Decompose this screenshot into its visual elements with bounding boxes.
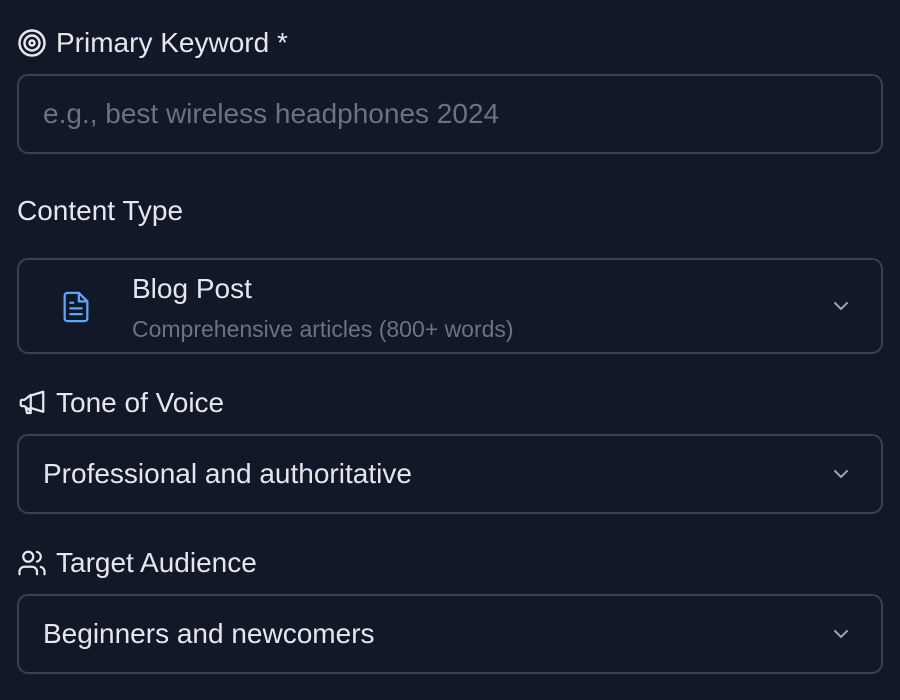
tone-of-voice-select[interactable]: Professional and authoritative	[17, 434, 883, 514]
content-type-label-row: Content Type	[17, 197, 183, 225]
tone-of-voice-label-row: Tone of Voice	[17, 388, 224, 418]
target-audience-label: Target Audience	[56, 547, 257, 578]
document-icon	[59, 290, 93, 324]
users-icon	[17, 548, 47, 578]
tone-of-voice-label: Tone of Voice	[56, 387, 225, 418]
chevron-down-icon[interactable]	[829, 622, 853, 646]
primary-keyword-label: Primary Keyword *	[56, 27, 288, 58]
content-type-label: Content Type	[17, 195, 184, 226]
target-audience-value: Beginners and newcomers	[43, 618, 375, 649]
primary-keyword-input[interactable]	[43, 98, 843, 130]
target-audience-select[interactable]: Beginners and newcomers	[17, 594, 883, 674]
tone-of-voice-value: Professional and authoritative	[43, 458, 412, 489]
chevron-down-icon[interactable]	[829, 462, 853, 486]
megaphone-icon	[17, 388, 47, 418]
primary-keyword-field[interactable]	[17, 74, 883, 154]
primary-keyword-label-row: Primary Keyword *	[17, 28, 288, 58]
target-audience-label-row: Target Audience	[17, 548, 257, 578]
content-type-select[interactable]: Blog Post Comprehensive articles (800+ w…	[17, 258, 883, 354]
chevron-down-icon[interactable]	[829, 294, 853, 318]
content-type-selected-description: Comprehensive articles (800+ words)	[132, 316, 514, 342]
target-icon	[17, 28, 47, 58]
content-type-selected-title: Blog Post	[132, 273, 252, 304]
